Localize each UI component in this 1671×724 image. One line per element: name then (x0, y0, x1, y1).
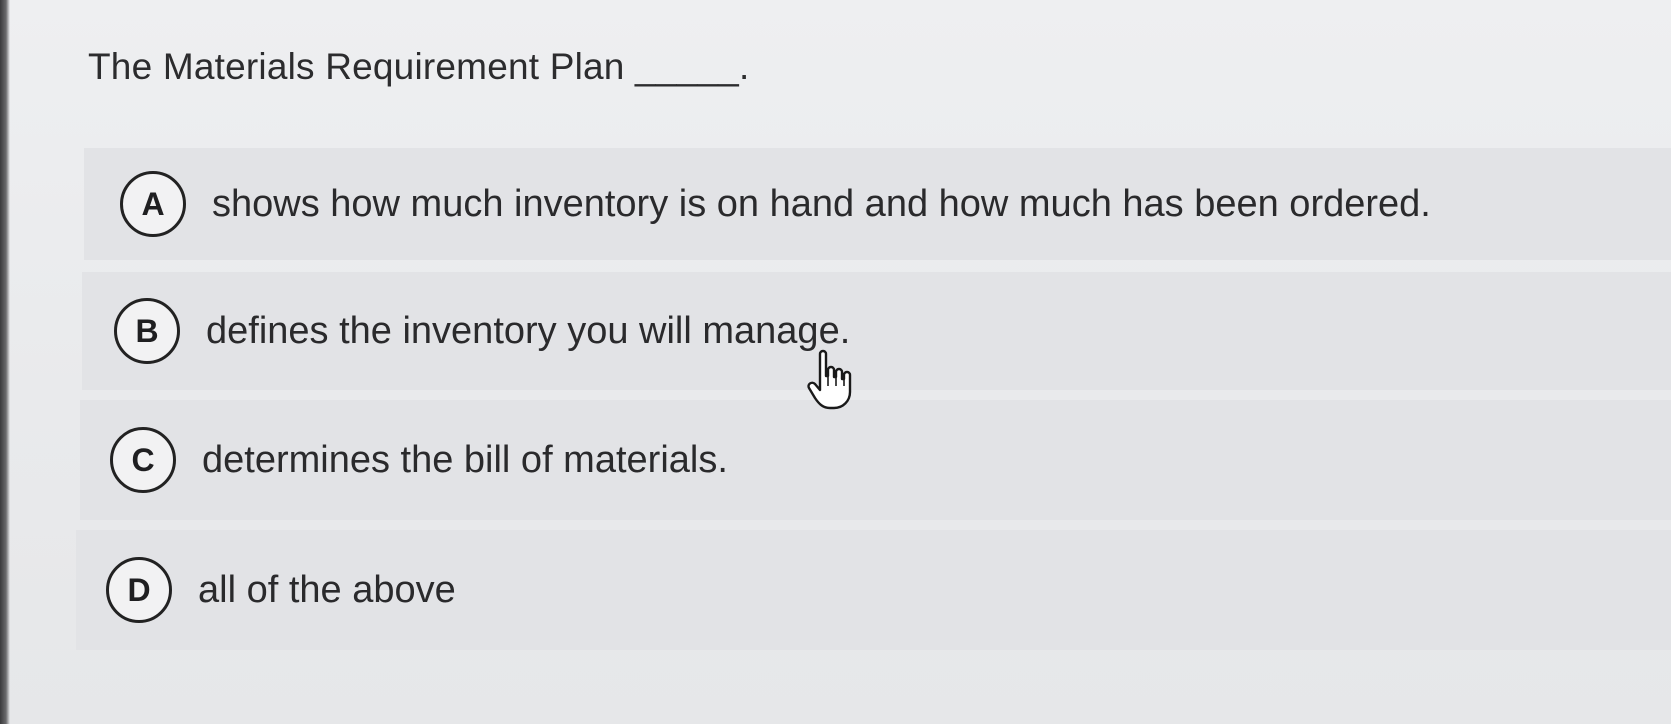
option-c-text: determines the bill of materials. (202, 438, 728, 481)
hand-pointer-icon (807, 349, 852, 410)
option-c-letter-badge: C (110, 427, 176, 493)
option-a-letter-badge: A (120, 171, 186, 237)
option-b-text: defines the inventory you will manage. (206, 309, 851, 352)
option-d[interactable]: D all of the above (76, 530, 1671, 650)
option-b[interactable]: B defines the inventory you will manage. (82, 272, 1671, 390)
option-b-letter-badge: B (114, 298, 180, 364)
option-d-letter-badge: D (106, 557, 172, 623)
option-a[interactable]: A shows how much inventory is on hand an… (84, 148, 1671, 260)
option-c[interactable]: C determines the bill of materials. (80, 400, 1671, 520)
option-d-text: all of the above (198, 568, 456, 611)
option-a-text: shows how much inventory is on hand and … (212, 182, 1431, 225)
